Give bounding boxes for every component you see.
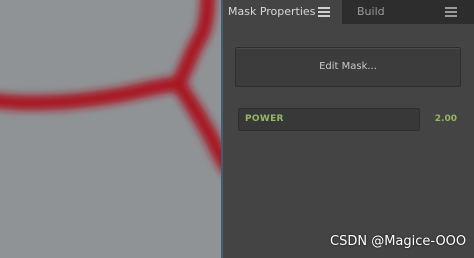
tab-build[interactable]: Build xyxy=(342,0,474,24)
edit-mask-button[interactable]: Edit Mask... xyxy=(235,47,461,87)
panel-tab-bar: Mask Properties Build xyxy=(223,0,474,24)
tab-mask-properties[interactable]: Mask Properties xyxy=(223,0,342,24)
tab-label: Build xyxy=(357,5,385,18)
mask-viewport[interactable] xyxy=(0,0,221,258)
watermark-text: CSDN @Magice-OOO xyxy=(330,234,467,249)
edit-mask-button-label: Edit Mask... xyxy=(319,61,377,72)
mask-stroke xyxy=(170,76,221,172)
hamburger-menu-icon[interactable] xyxy=(318,7,330,17)
mask-stroke-canvas xyxy=(0,0,221,172)
mask-stroke xyxy=(0,76,186,111)
power-value[interactable]: 2.00 xyxy=(433,114,457,125)
mask-stroke xyxy=(170,0,216,92)
mask-properties-panel: Mask Properties Build Edit Mask... POWER… xyxy=(223,0,474,258)
tab-label: Mask Properties xyxy=(228,5,316,18)
power-label: POWER xyxy=(245,114,284,124)
power-slider[interactable]: POWER xyxy=(238,108,420,131)
hamburger-menu-icon[interactable] xyxy=(445,7,457,17)
